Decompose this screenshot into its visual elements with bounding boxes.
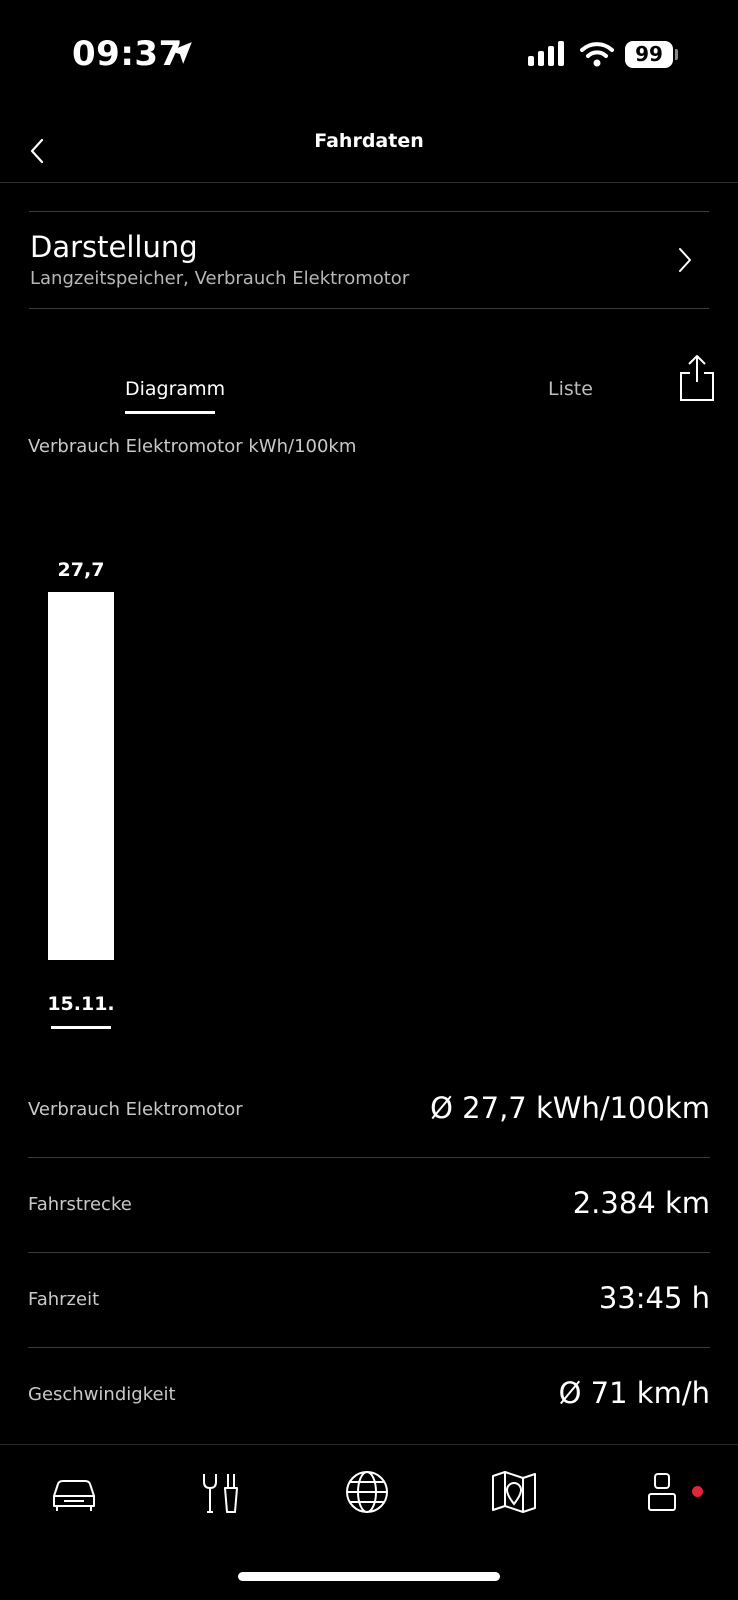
location-arrow-icon <box>170 42 192 64</box>
stat-value: 2.384 km <box>572 1186 710 1220</box>
divider <box>29 308 709 309</box>
stat-label: Fahrstrecke <box>28 1194 132 1215</box>
cellular-signal-icon <box>528 41 564 66</box>
stat-value: 33:45 h <box>598 1281 710 1315</box>
home-indicator <box>238 1572 500 1581</box>
wifi-icon <box>580 42 614 67</box>
tab-liste[interactable]: Liste <box>548 378 593 400</box>
stat-label: Fahrzeit <box>28 1289 100 1310</box>
chart-data-label: 27,7 <box>58 559 105 581</box>
chart-tick-label[interactable]: 15.11. <box>47 993 114 1015</box>
stat-value: Ø 27,7 kWh/100km <box>430 1091 710 1125</box>
setting-subtitle: Langzeitspeicher, Verbrauch Elektromotor <box>30 268 410 289</box>
consumption-chart: 27,7 15.11. <box>47 559 115 1029</box>
stat-row-speed: Geschwindigkeit Ø 71 km/h <box>28 1348 710 1443</box>
page-title: Fahrdaten <box>314 130 424 152</box>
chevron-right-icon <box>679 248 691 272</box>
share-icon[interactable] <box>678 354 716 404</box>
stat-label: Geschwindigkeit <box>28 1384 176 1405</box>
notification-dot <box>692 1486 703 1497</box>
stat-label: Verbrauch Elektromotor <box>28 1099 243 1120</box>
selected-category-indicator <box>51 1026 111 1029</box>
battery-indicator: 99 <box>625 41 673 68</box>
profile-icon[interactable] <box>636 1466 688 1518</box>
status-time: 09:37 <box>72 34 183 74</box>
header-divider <box>0 182 738 183</box>
map-icon[interactable] <box>488 1466 540 1518</box>
battery-tip <box>675 49 678 60</box>
stat-value: Ø 71 km/h <box>558 1376 710 1410</box>
chart-bar[interactable] <box>48 592 114 960</box>
stat-row-distance: Fahrstrecke 2.384 km <box>28 1158 710 1253</box>
tab-diagramm[interactable]: Diagramm <box>125 378 225 400</box>
display-setting-row[interactable]: Darstellung Langzeitspeicher, Verbrauch … <box>29 212 709 308</box>
active-tab-indicator <box>125 411 215 414</box>
tabbar-divider <box>0 1444 738 1445</box>
tools-icon[interactable] <box>194 1466 246 1518</box>
stat-row-duration: Fahrzeit 33:45 h <box>28 1253 710 1348</box>
setting-title: Darstellung <box>30 230 198 264</box>
globe-icon[interactable] <box>341 1466 393 1518</box>
stat-row-consumption: Verbrauch Elektromotor Ø 27,7 kWh/100km <box>28 1063 710 1158</box>
car-icon[interactable] <box>48 1466 100 1518</box>
chart-label: Verbrauch Elektromotor kWh/100km <box>28 436 357 457</box>
